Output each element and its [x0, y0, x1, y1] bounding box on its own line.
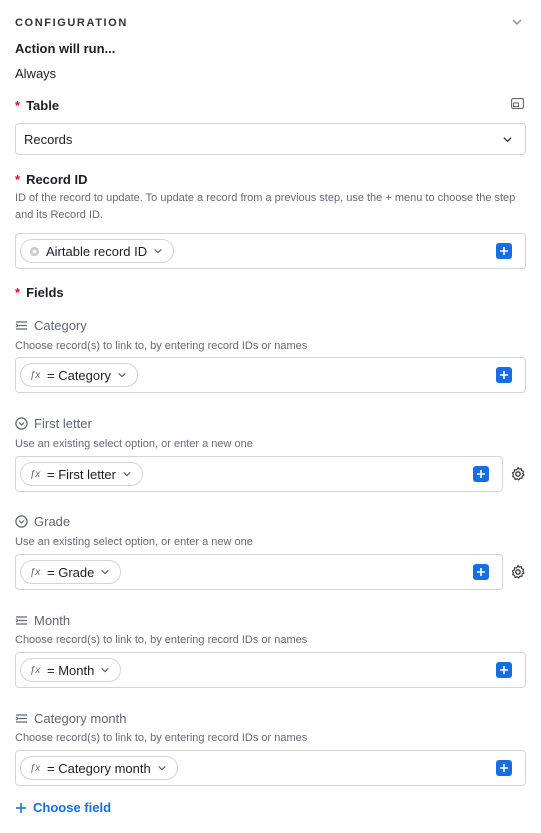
field-token[interactable]: ƒx = Category: [20, 363, 138, 387]
formula-icon: ƒx: [29, 369, 41, 381]
field-token-label: = Category month: [47, 760, 151, 776]
plus-icon: [500, 371, 508, 379]
field-label-grade: Grade: [15, 514, 70, 529]
required-marker: *: [15, 172, 21, 187]
record-id-label: * Record ID: [15, 172, 87, 187]
field-token[interactable]: ƒx = Grade: [20, 560, 122, 584]
record-id-description: ID of the record to update. To update a …: [15, 192, 516, 221]
gear-icon[interactable]: [510, 466, 526, 482]
insert-token-button[interactable]: [496, 662, 512, 678]
chevron-down-icon[interactable]: [511, 16, 523, 28]
field-description: Use an existing select option, or enter …: [15, 438, 253, 450]
record-id-token-label: Airtable record ID: [46, 243, 148, 259]
field-name: Category month: [34, 711, 127, 726]
plus-icon: [477, 568, 485, 576]
choose-field-label: Choose field: [33, 800, 112, 815]
field-input-category[interactable]: ƒx = Category: [15, 357, 526, 393]
plus-icon: [477, 470, 485, 478]
plus-icon: [500, 764, 508, 772]
gear-icon[interactable]: [510, 564, 526, 580]
field-name: First letter: [34, 416, 92, 431]
fields-label: * Fields: [15, 285, 64, 300]
field-label-category-month: Category month: [15, 711, 127, 726]
field-name: Grade: [34, 514, 71, 529]
field-token[interactable]: ƒx = First letter: [20, 462, 143, 486]
airtable-logo-icon: [29, 246, 40, 256]
field-input-category-month[interactable]: ƒx = Category month: [15, 750, 526, 786]
fields-label-text: Fields: [26, 285, 64, 300]
section-title: CONFIGURATION: [15, 17, 128, 29]
field-name: Category: [34, 318, 87, 333]
chevron-down-icon: [101, 569, 110, 575]
linked-record-icon: [15, 616, 27, 625]
field-description: Choose record(s) to link to, by entering…: [15, 340, 308, 352]
single-select-icon: [15, 417, 28, 430]
record-id-token[interactable]: Airtable record ID: [20, 239, 175, 263]
chevron-down-icon: [101, 667, 110, 673]
run-value: Always: [15, 66, 57, 81]
single-select-icon: [15, 515, 28, 528]
formula-icon: ƒx: [29, 664, 41, 676]
chevron-down-icon: [118, 372, 126, 378]
insert-token-button[interactable]: [496, 367, 512, 383]
field-description: Use an existing select option, or enter …: [15, 536, 253, 548]
insert-token-button[interactable]: [496, 243, 512, 259]
plus-icon: [500, 666, 508, 674]
field-token-label: = Category: [47, 367, 111, 383]
field-input-first-letter[interactable]: ƒx = First letter: [15, 456, 503, 492]
insert-token-button[interactable]: [473, 564, 489, 580]
field-label-category: Category: [15, 318, 87, 333]
insert-token-button[interactable]: [473, 466, 489, 482]
formula-icon: ƒx: [29, 762, 41, 774]
field-token[interactable]: ƒx = Month: [20, 658, 122, 682]
table-label-text: Table: [26, 98, 60, 113]
chevron-down-icon: [503, 136, 512, 142]
chevron-down-icon: [157, 765, 166, 771]
formula-icon: ƒx: [29, 566, 41, 578]
choose-field-button[interactable]: Choose field: [15, 800, 111, 815]
field-token[interactable]: ƒx = Category month: [20, 756, 178, 780]
field-token-label: = First letter: [47, 466, 116, 482]
insert-token-button[interactable]: [496, 760, 512, 776]
field-input-grade[interactable]: ƒx = Grade: [15, 554, 503, 590]
field-name: Month: [34, 613, 71, 628]
field-token-label: = Grade: [47, 564, 95, 580]
field-input-month[interactable]: ƒx = Month: [15, 652, 526, 688]
chevron-down-icon: [154, 248, 162, 254]
required-marker: *: [15, 98, 21, 113]
record-id-input[interactable]: Airtable record ID: [15, 233, 526, 269]
expand-view-icon[interactable]: [511, 98, 524, 109]
chevron-down-icon: [123, 471, 131, 477]
table-select-value: Records: [24, 131, 73, 147]
field-label-month: Month: [15, 613, 70, 628]
record-id-label-text: Record ID: [26, 172, 88, 187]
linked-record-icon: [15, 714, 27, 723]
field-description: Choose record(s) to link to, by entering…: [15, 732, 308, 744]
plus-icon: [16, 802, 26, 813]
run-label: Action will run...: [15, 41, 116, 56]
field-token-label: = Month: [47, 662, 95, 678]
formula-icon: ƒx: [29, 468, 41, 480]
linked-record-icon: [15, 321, 27, 330]
plus-icon: [500, 247, 508, 255]
field-description: Choose record(s) to link to, by entering…: [15, 634, 308, 646]
field-label-first-letter: First letter: [15, 416, 92, 431]
required-marker: *: [15, 285, 21, 300]
table-select[interactable]: Records: [15, 123, 526, 155]
table-label: * Table: [15, 98, 59, 113]
